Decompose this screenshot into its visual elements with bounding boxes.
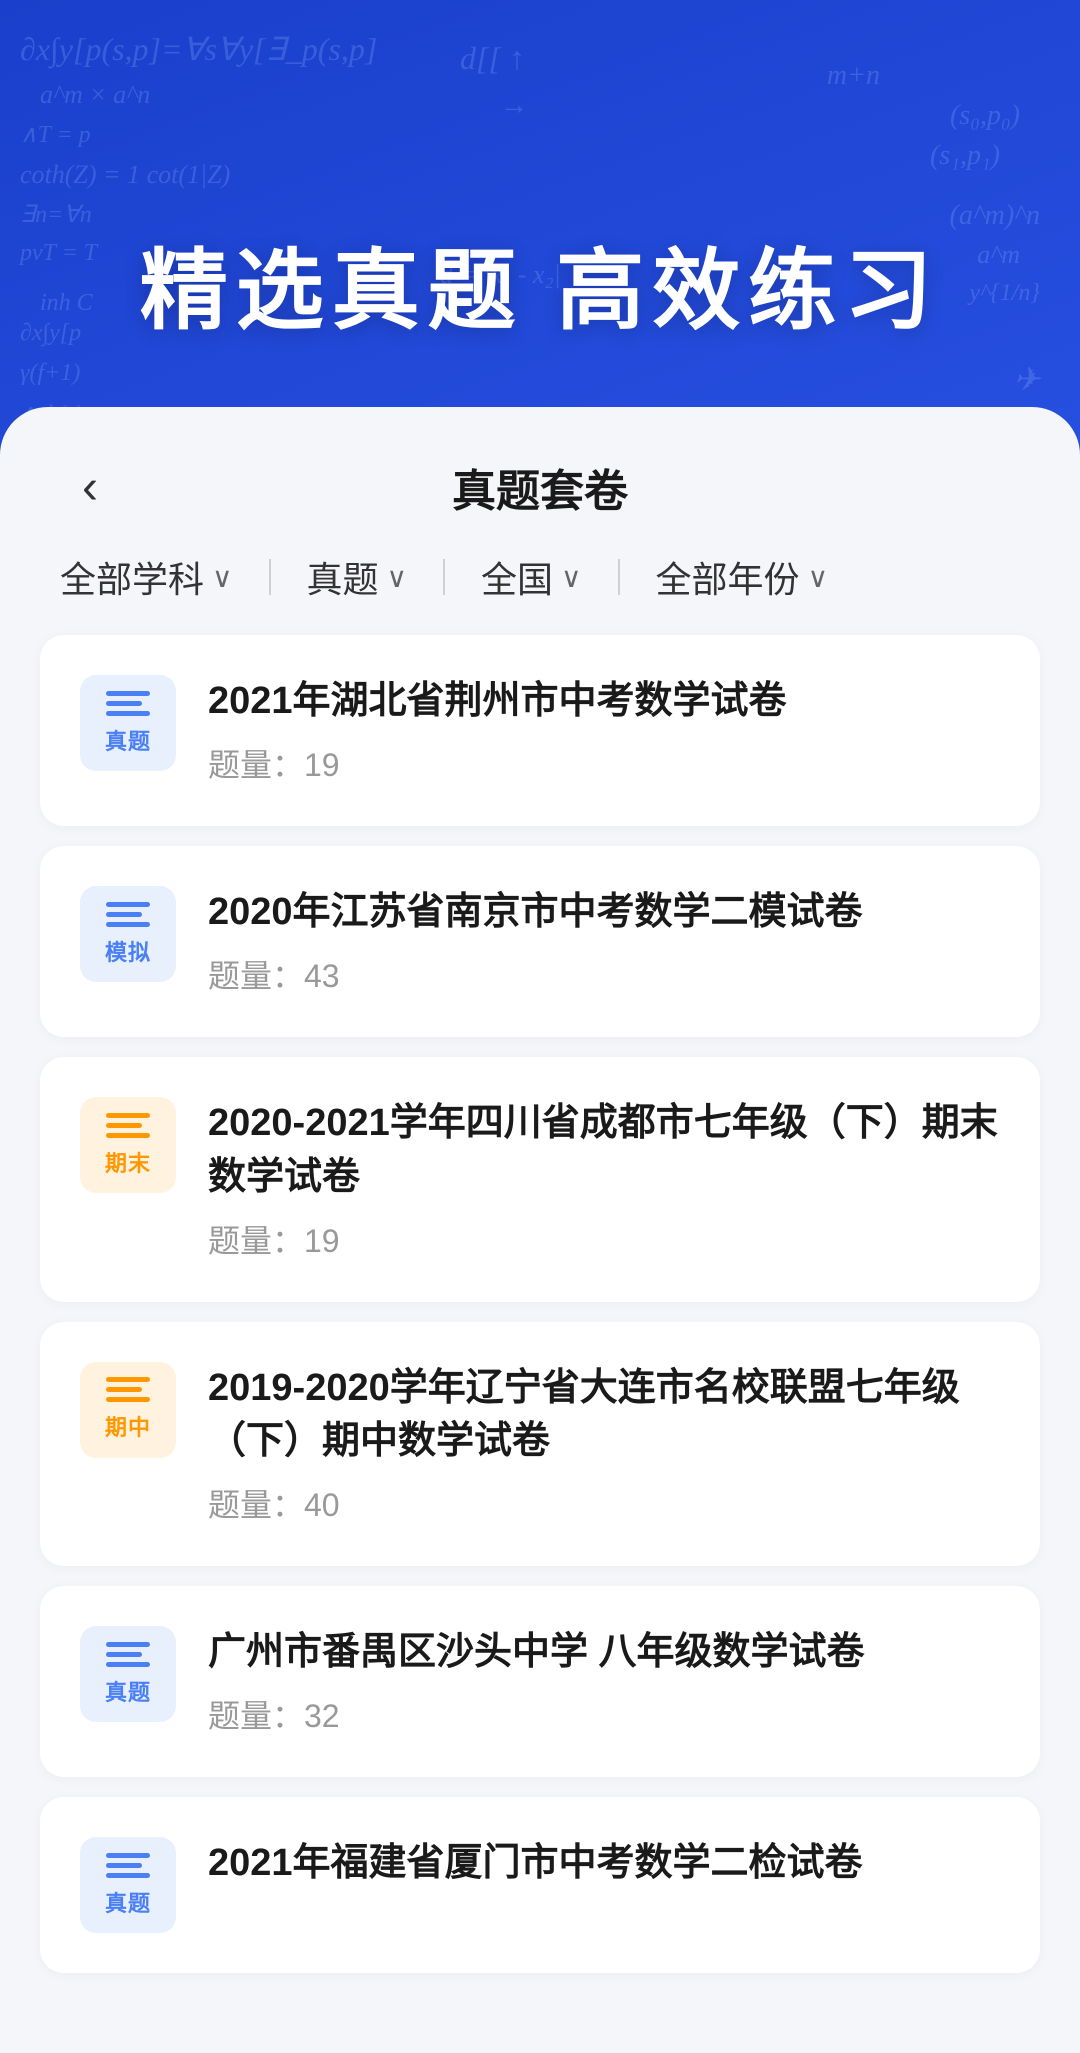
item-count: 题量：43 — [208, 951, 1000, 997]
badge-qimo: 期末 — [80, 1097, 176, 1193]
item-count: 题量：19 — [208, 740, 1000, 786]
page-title: 真题套卷 — [60, 455, 1020, 519]
filter-type[interactable]: 真题 ∨ — [307, 551, 408, 603]
exam-list: 真题 2021年湖北省荆州市中考数学试卷 题量：19 模拟 2020年江苏省南京… — [0, 635, 1080, 1993]
hero-title: 精选真题 高效练习 — [0, 0, 1080, 407]
item-title: 2020-2021学年四川省成都市七年级（下）期末数学试卷 — [208, 1097, 1000, 1203]
badge-label: 期末 — [105, 1146, 151, 1178]
badge-qizhong: 期中 — [80, 1362, 176, 1458]
list-item[interactable]: 模拟 2020年江苏省南京市中考数学二模试卷 题量：43 — [40, 846, 1040, 1037]
filter-type-label: 真题 — [307, 551, 379, 603]
badge-label: 真题 — [105, 1675, 151, 1707]
filter-bar: 全部学科 ∨ 真题 ∨ 全国 ∨ 全部年份 ∨ — [0, 551, 1080, 603]
badge-label: 模拟 — [105, 935, 151, 967]
list-item[interactable]: 真题 2021年湖北省荆州市中考数学试卷 题量：19 — [40, 635, 1040, 826]
card-header: ‹ 真题套卷 — [0, 407, 1080, 551]
item-content: 2019-2020学年辽宁省大连市名校联盟七年级（下）期中数学试卷 题量：40 — [208, 1362, 1000, 1526]
chevron-down-icon: ∨ — [212, 561, 233, 594]
item-title: 广州市番禺区沙头中学 八年级数学试卷 — [208, 1626, 1000, 1679]
badge-label: 真题 — [105, 1886, 151, 1918]
item-content: 2020-2021学年四川省成都市七年级（下）期末数学试卷 题量：19 — [208, 1097, 1000, 1261]
badge-zhenti: 真题 — [80, 675, 176, 771]
item-title: 2021年福建省厦门市中考数学二检试卷 — [208, 1837, 1000, 1890]
filter-divider-3 — [618, 559, 620, 595]
filter-region-label: 全国 — [481, 551, 553, 603]
item-title: 2021年湖北省荆州市中考数学试卷 — [208, 675, 1000, 728]
item-content: 广州市番禺区沙头中学 八年级数学试卷 题量：32 — [208, 1626, 1000, 1737]
filter-year[interactable]: 全部年份 ∨ — [656, 551, 829, 603]
list-item[interactable]: 真题 广州市番禺区沙头中学 八年级数学试卷 题量：32 — [40, 1586, 1040, 1777]
filter-region[interactable]: 全国 ∨ — [481, 551, 582, 603]
item-title: 2020年江苏省南京市中考数学二模试卷 — [208, 886, 1000, 939]
item-content: 2021年福建省厦门市中考数学二检试卷 — [208, 1837, 1000, 1902]
list-item[interactable]: 真题 2021年福建省厦门市中考数学二检试卷 — [40, 1797, 1040, 1973]
list-item[interactable]: 期中 2019-2020学年辽宁省大连市名校联盟七年级（下）期中数学试卷 题量：… — [40, 1322, 1040, 1566]
filter-divider-2 — [443, 559, 445, 595]
list-item[interactable]: 期末 2020-2021学年四川省成都市七年级（下）期末数学试卷 题量：19 — [40, 1057, 1040, 1301]
filter-divider-1 — [269, 559, 271, 595]
main-card: ‹ 真题套卷 全部学科 ∨ 真题 ∨ 全国 ∨ 全部年份 ∨ — [0, 407, 1080, 2053]
chevron-down-icon: ∨ — [561, 561, 582, 594]
item-count: 题量：19 — [208, 1216, 1000, 1262]
item-content: 2021年湖北省荆州市中考数学试卷 题量：19 — [208, 675, 1000, 786]
chevron-down-icon: ∨ — [808, 561, 829, 594]
badge-label: 期中 — [105, 1410, 151, 1442]
filter-year-label: 全部年份 — [656, 551, 800, 603]
badge-label: 真题 — [105, 724, 151, 756]
badge-zhenti: 真题 — [80, 1837, 176, 1933]
item-content: 2020年江苏省南京市中考数学二模试卷 题量：43 — [208, 886, 1000, 997]
item-title: 2019-2020学年辽宁省大连市名校联盟七年级（下）期中数学试卷 — [208, 1362, 1000, 1468]
back-button[interactable]: ‹ — [60, 457, 120, 517]
item-count: 题量：32 — [208, 1691, 1000, 1737]
item-count: 题量：40 — [208, 1480, 1000, 1526]
filter-subject-label: 全部学科 — [60, 551, 204, 603]
badge-zhenti: 真题 — [80, 1626, 176, 1722]
filter-subject[interactable]: 全部学科 ∨ — [60, 551, 233, 603]
badge-moni: 模拟 — [80, 886, 176, 982]
chevron-down-icon: ∨ — [387, 561, 408, 594]
